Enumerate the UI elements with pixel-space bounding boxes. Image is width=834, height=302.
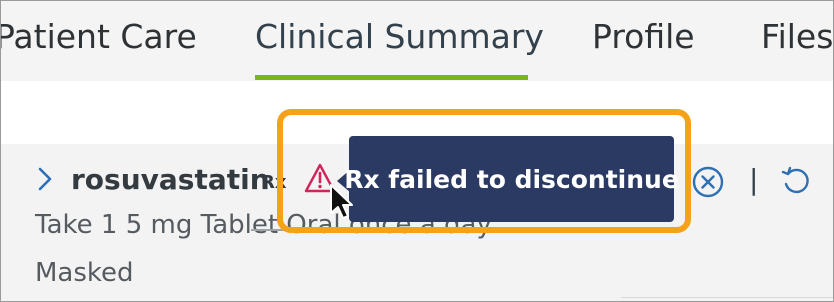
medication-status: Masked — [35, 258, 134, 288]
active-tab-indicator — [255, 75, 528, 80]
circle-x-icon[interactable] — [691, 165, 725, 199]
tab-files[interactable]: Files — [761, 16, 833, 58]
undo-icon[interactable] — [779, 164, 813, 198]
callout-highlight-box — [277, 109, 691, 233]
chevron-right-icon[interactable] — [34, 166, 58, 192]
tab-patient-care[interactable]: Patient Care — [1, 16, 197, 58]
tab-profile[interactable]: Profile — [592, 16, 695, 58]
tab-bar: Patient Care Clinical Summary Profile Fi… — [1, 1, 833, 82]
medication-name[interactable]: rosuvastatin — [71, 161, 270, 199]
row-divider — [621, 297, 833, 298]
action-separator: | — [749, 163, 759, 196]
tab-clinical-summary[interactable]: Clinical Summary — [255, 16, 544, 58]
app-frame: Patient Care Clinical Summary Profile Fi… — [0, 0, 834, 302]
